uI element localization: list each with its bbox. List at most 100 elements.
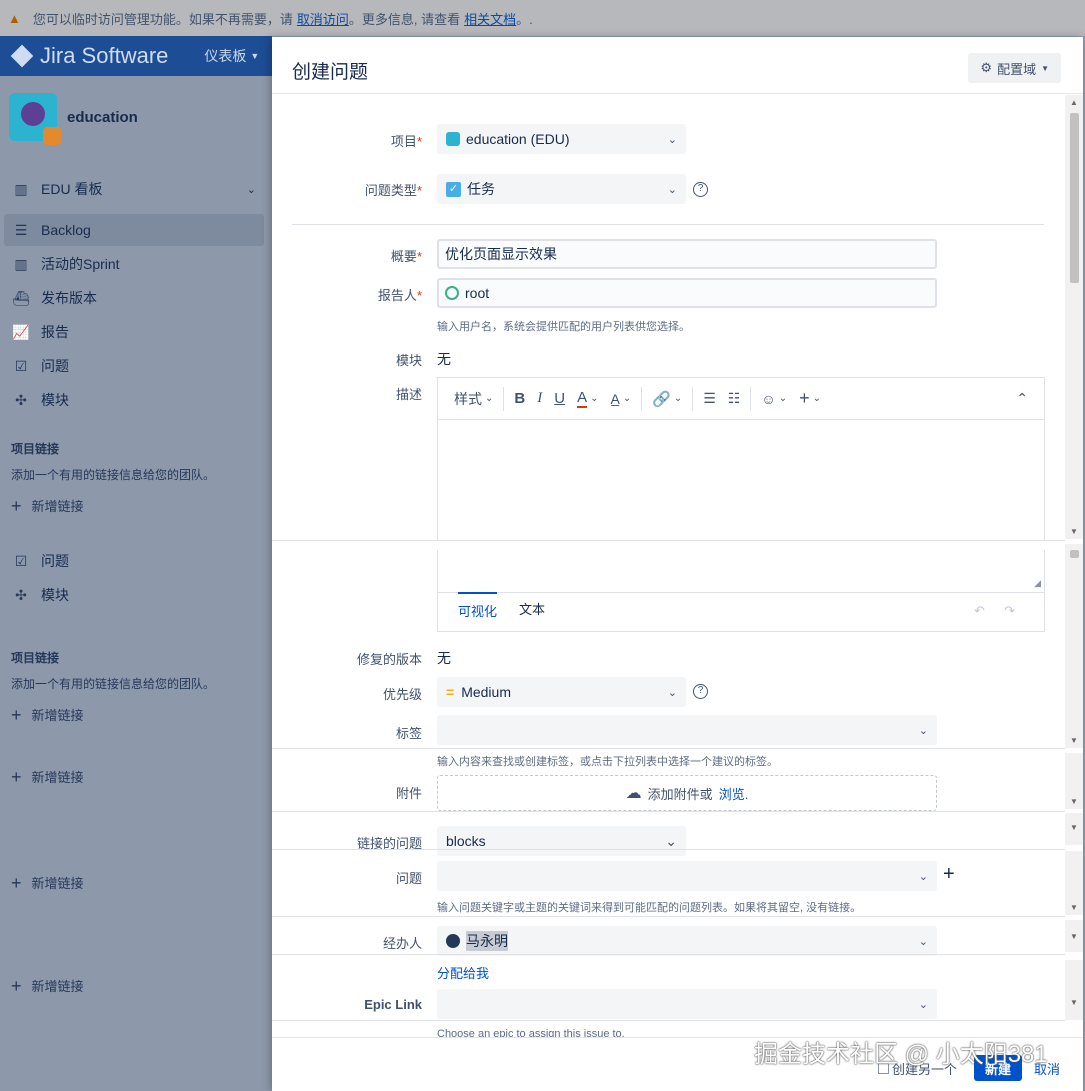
add-link-button[interactable]: + 新增链接 [11,705,84,724]
scroll-down-icon[interactable]: ▼ [1070,527,1078,536]
description-editor[interactable]: 样式 ⌄ B I U A ⌄ A̲ ⌄ 🔗 ⌄ ☰ ☷ ☺ ⌄ + ⌄ ⌃ [437,377,1045,541]
attachment-dropzone[interactable]: ☁ 添加附件或 浏览. [437,775,937,811]
chevron-down-icon: ⌄ [665,832,677,849]
plus-icon: + [11,872,22,893]
priority-select[interactable]: = Medium ⌄ [437,677,686,707]
link-icon[interactable]: 🔗 ⌄ [646,390,688,408]
sidebar-item-label: 模块 [41,587,69,603]
scrollbar-thumb[interactable] [1070,550,1079,558]
attachment-text: 添加附件或 [647,786,713,802]
add-link-button[interactable]: + 新增链接 [11,873,84,892]
warning-icon: ▲ [8,10,21,26]
link-type-select[interactable]: blocks ⌄ [437,826,686,856]
collapse-toolbar-icon[interactable]: ⌃ [1010,390,1034,407]
summary-input[interactable]: 优化页面显示效果 [437,239,937,269]
section-divider [272,916,1065,917]
sidebar-item-components[interactable]: ✣ 模块 [4,384,264,416]
scroll-down-icon[interactable]: ▼ [1070,736,1078,745]
emoji-icon[interactable]: ☺ ⌄ [755,391,793,407]
scrollbar-thumb[interactable] [1070,113,1079,283]
dialog-scrollbar[interactable]: ▼ [1065,851,1083,915]
docs-link[interactable]: 相关文档 [464,9,516,28]
sidebar-item-label: 问题 [41,553,69,569]
chevron-down-icon: ⌄ [918,998,928,1011]
product-name: Jira Software [40,43,169,68]
help-icon[interactable]: ? [693,182,708,197]
sidebar-item-components-dup[interactable]: ✣ 模块 [4,579,264,611]
plus-icon: + [11,766,22,787]
issue-type-select[interactable]: ✓ 任务 ⌄ [437,174,686,204]
scroll-down-icon[interactable]: ▼ [1070,932,1078,941]
text-color-icon[interactable]: A ⌄ [571,389,604,408]
add-link-button[interactable]: + 新增链接 [11,767,84,786]
assignee-select[interactable]: 马永明 ⌄ [437,926,937,956]
underline-icon[interactable]: U [548,390,571,407]
section-divider [272,540,1065,541]
section-divider [272,811,1065,812]
section-divider [272,954,1065,955]
sidebar-item-releases[interactable]: ⛴ 发布版本 [4,282,264,314]
sidebar-item-issues[interactable]: ☑ 问题 [4,350,264,382]
scroll-down-icon[interactable]: ▼ [1070,797,1078,806]
sidebar-item-issues-dup[interactable]: ☑ 问题 [4,545,264,577]
dialog-scrollbar[interactable]: ▲ ▼ [1065,95,1083,539]
configure-fields-button[interactable]: ⚙ 配置域 ▼ [968,53,1061,83]
gear-icon: ⚙ [980,60,993,75]
browse-link[interactable]: 浏览. [719,784,749,803]
add-link-label: 新增链接 [31,770,84,785]
help-icon[interactable]: ? [693,684,708,699]
text-effects-icon[interactable]: A̲ ⌄ [604,391,637,407]
banner-text-middle: 。更多信息, 请查看 [348,11,461,27]
dialog-scrollbar[interactable]: ▼ [1065,960,1083,1020]
dialog-scrollbar[interactable]: ▼ [1065,753,1083,809]
tab-text[interactable]: 文本 [519,599,545,618]
reporter-input[interactable]: root [437,278,937,308]
add-link-button[interactable]: + 新增链接 [11,976,84,995]
project-header[interactable]: education [9,93,138,145]
sidebar-item-reports[interactable]: 📈 报告 [4,316,264,348]
scroll-up-icon[interactable]: ▲ [1070,98,1078,107]
epic-link-select[interactable]: ⌄ [437,989,937,1019]
scroll-down-icon[interactable]: ▼ [1070,903,1078,912]
assign-to-me-link[interactable]: 分配给我 [437,963,489,982]
dialog-scrollbar[interactable]: ▼ [1065,920,1083,952]
sidebar-item-sprint[interactable]: ▥ 活动的Sprint [4,248,264,280]
description-editor-bottom[interactable]: ◢ 可视化 文本 ↶ ↷ [437,550,1045,632]
project-select[interactable]: education (EDU) ⌄ [437,124,686,154]
chevron-down-icon: ⌄ [918,935,928,948]
scroll-down-icon[interactable]: ▼ [1070,998,1078,1007]
tab-visual[interactable]: 可视化 [458,592,498,620]
attachment-label: 附件 [395,786,422,801]
undo-icon[interactable]: ↶ [974,603,985,619]
drop-access-link[interactable]: 取消访问 [297,9,349,28]
add-link-button[interactable]: + 新增链接 [11,496,84,515]
sidebar-item-board[interactable]: ▥ EDU 看板 ⌄ [4,173,264,205]
labels-select[interactable]: ⌄ [437,715,937,745]
dialog-scrollbar[interactable]: ▼ [1065,813,1083,845]
summary-label: 概要* [390,249,422,264]
bold-icon[interactable]: B [508,390,531,407]
issue-select[interactable]: ⌄ [437,861,937,891]
component-value: 无 [437,351,451,367]
section-divider [272,748,1065,749]
numbered-list-icon[interactable]: ☷ [722,390,747,407]
insert-plus-icon[interactable]: + ⌄ [793,388,827,409]
epic-link-label: Epic Link [364,997,422,1012]
jira-logo[interactable]: Jira Software [10,43,169,69]
add-issue-link-icon[interactable]: + [943,863,955,886]
component-label: 模块 [395,353,422,368]
bullet-list-icon[interactable]: ☰ [697,390,722,407]
dashboard-menu[interactable]: 仪表板 ▼ [204,46,259,66]
dialog-title: 创建问题 [292,62,369,83]
scroll-down-icon[interactable]: ▼ [1070,823,1078,832]
resize-handle-icon[interactable]: ◢ [1034,578,1041,589]
sidebar-item-backlog[interactable]: ☰ Backlog [4,214,264,246]
style-dropdown[interactable]: 样式 ⌄ [448,389,499,409]
redo-icon[interactable]: ↷ [1004,603,1015,619]
plus-icon: + [11,495,22,516]
italic-icon[interactable]: I [531,390,548,407]
project-name: education [67,108,138,126]
labels-label: 标签 [395,726,422,741]
sidebar-item-label: 报告 [41,324,69,340]
dialog-scrollbar[interactable]: ▼ [1065,544,1083,748]
